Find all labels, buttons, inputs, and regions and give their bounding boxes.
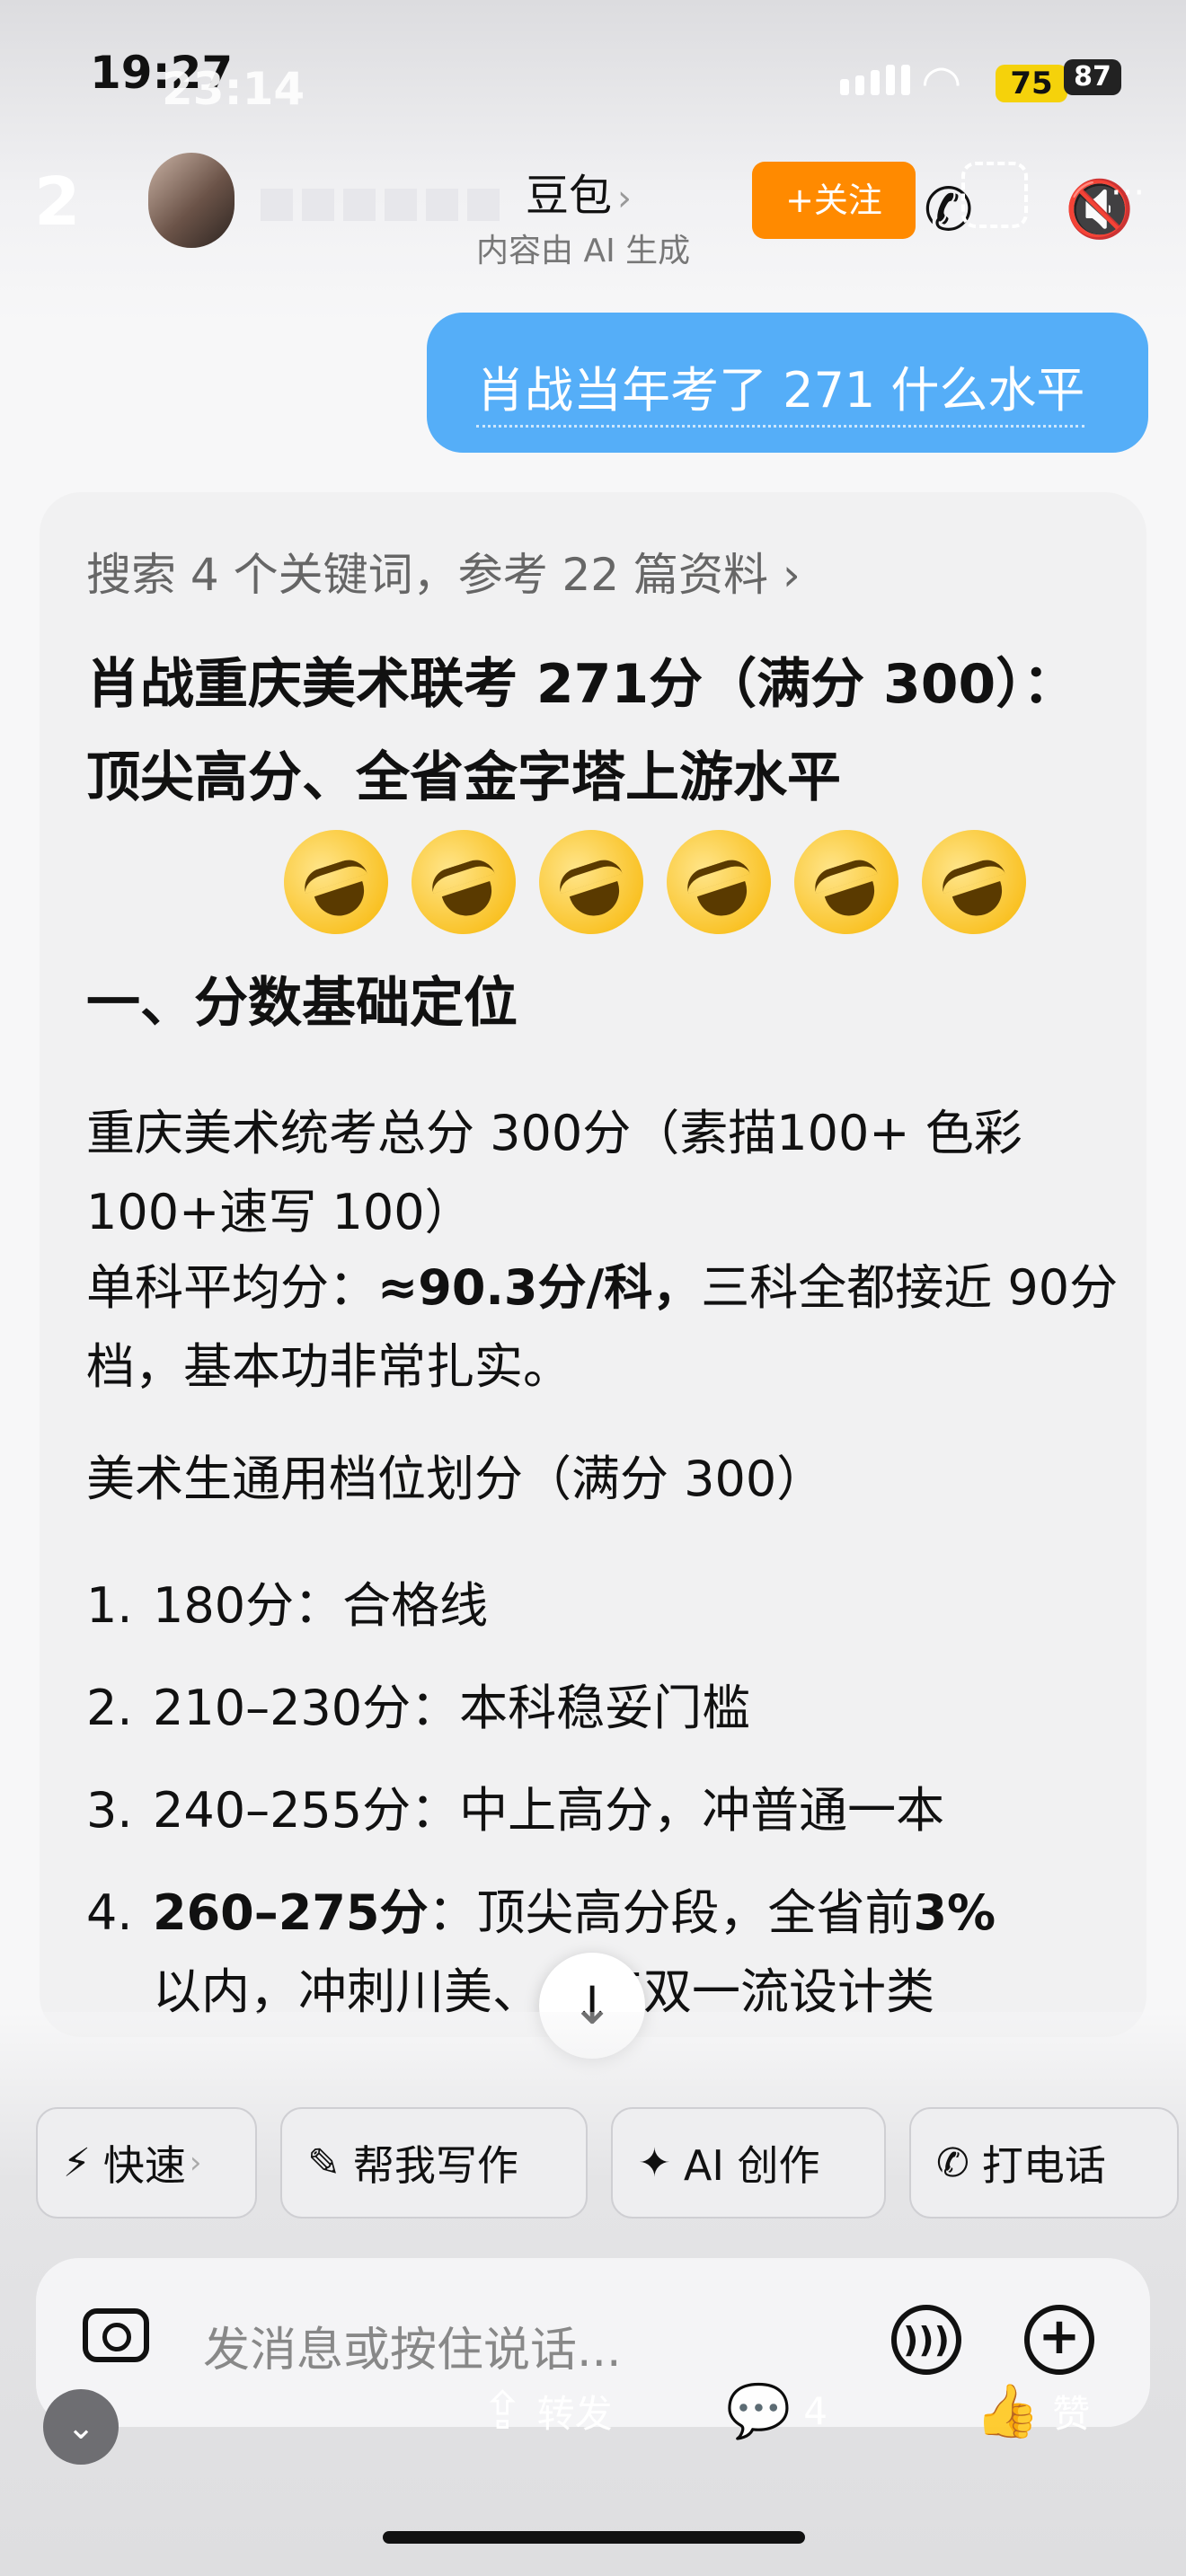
status-time-overlay: 23:14 [162, 63, 305, 115]
emoji-row [270, 816, 1040, 948]
paragraph-tiers-intro: 美术生通用档位划分（满分 300） [86, 1451, 826, 1507]
voice-wave-icon[interactable]: ))) [891, 2305, 961, 2375]
user-message-text: 肖战当年考了 271 什么水平 [476, 350, 1085, 428]
battery-icon: 75 [996, 65, 1067, 102]
edit-icon: ✎ [307, 2139, 341, 2186]
list-item: 1. 180分：合格线 [86, 1577, 489, 1634]
avatar[interactable] [148, 153, 235, 248]
rofl-emoji-icon [270, 816, 403, 948]
paragraph-average: 单科平均分：≈90.3分/科，三科全都接近 90分档，基本功非常扎实。 [86, 1248, 1128, 1407]
lightning-icon: ⚡ [63, 2139, 91, 2186]
chevron-right-icon: › [189, 2145, 202, 2181]
rofl-emoji-icon [652, 816, 785, 948]
camera-icon[interactable] [83, 2308, 149, 2362]
comment-button[interactable]: 💬 4 [726, 2380, 828, 2442]
rofl-emoji-icon [525, 816, 658, 948]
more-icon[interactable]: ··· [1111, 172, 1145, 214]
follow-button[interactable]: +关注 [752, 162, 916, 239]
wifi-icon: ◠ [921, 56, 962, 110]
message-input[interactable]: 发消息或按住说话... [203, 2312, 622, 2379]
chip-fast[interactable]: ⚡ 快速 › [36, 2107, 257, 2219]
blurred-username [261, 189, 500, 221]
overlay-actions: ⇪ 转发 💬 4 👍 赞 [0, 2380, 1186, 2452]
list-item: 3. 240–255分：中上高分，冲普通一本 [86, 1782, 945, 1839]
paragraph-total-score: 重庆美术统考总分 300分（素描100+ 色彩100+速写 100） [86, 1105, 1022, 1240]
rofl-emoji-icon [397, 816, 530, 948]
chip-phone-call[interactable]: ✆ 打电话 [909, 2107, 1179, 2219]
section-heading: 一、分数基础定位 [86, 972, 518, 1035]
answer-card: 搜索 4 个关键词，参考 22 篇资料 › 肖战重庆美术联考 271分（满分 3… [40, 492, 1146, 2037]
battery-icon-secondary: 87 [1064, 59, 1121, 95]
back-button[interactable]: 2 [34, 163, 81, 241]
home-indicator [383, 2531, 805, 2544]
phone-icon: ✆ [936, 2139, 969, 2186]
voice-call-icon[interactable] [961, 162, 1028, 228]
plus-icon[interactable]: + [1024, 2305, 1094, 2375]
share-icon: ⇪ [481, 2380, 525, 2441]
share-button[interactable]: ⇪ 转发 [481, 2380, 613, 2441]
signal-icon [840, 65, 910, 95]
average-value: ≈90.3分/科， [377, 1259, 702, 1316]
thumbs-up-icon: 👍 [975, 2380, 1040, 2441]
user-message-bubble[interactable]: 肖战当年考了 271 什么水平 [427, 313, 1148, 453]
bot-name[interactable]: 豆包 › [526, 160, 632, 223]
rofl-emoji-icon [780, 816, 913, 948]
comment-icon: 💬 [726, 2380, 792, 2441]
list-item: 2. 210–230分：本科稳妥门槛 [86, 1680, 751, 1736]
answer-title: 肖战重庆美术联考 271分（满分 300）：顶尖高分、全省金字塔上游水平 [86, 653, 1077, 809]
sparkle-icon: ✦ [638, 2139, 671, 2186]
like-button[interactable]: 👍 赞 [975, 2380, 1090, 2442]
ai-generated-notice: 内容由 AI 生成 [476, 233, 691, 269]
average-label: 单科平均分： [86, 1259, 377, 1316]
search-references-link[interactable]: 搜索 4 个关键词，参考 22 篇资料 › [86, 539, 801, 604]
back-count: 2 [34, 163, 81, 241]
chip-help-write[interactable]: ✎ 帮我写作 [280, 2107, 588, 2219]
bot-name-label: 豆包 [526, 171, 613, 221]
chip-ai-create[interactable]: ✦ AI 创作 [611, 2107, 886, 2219]
chevron-right-icon: › [617, 178, 633, 219]
quick-actions: ⚡ 快速 › ✎ 帮我写作 ✦ AI 创作 ✆ 打电话 [36, 2107, 1179, 2219]
status-bar: 19:27 23:14 ◠ 75 87 [0, 0, 1186, 153]
rofl-emoji-icon [907, 816, 1040, 948]
